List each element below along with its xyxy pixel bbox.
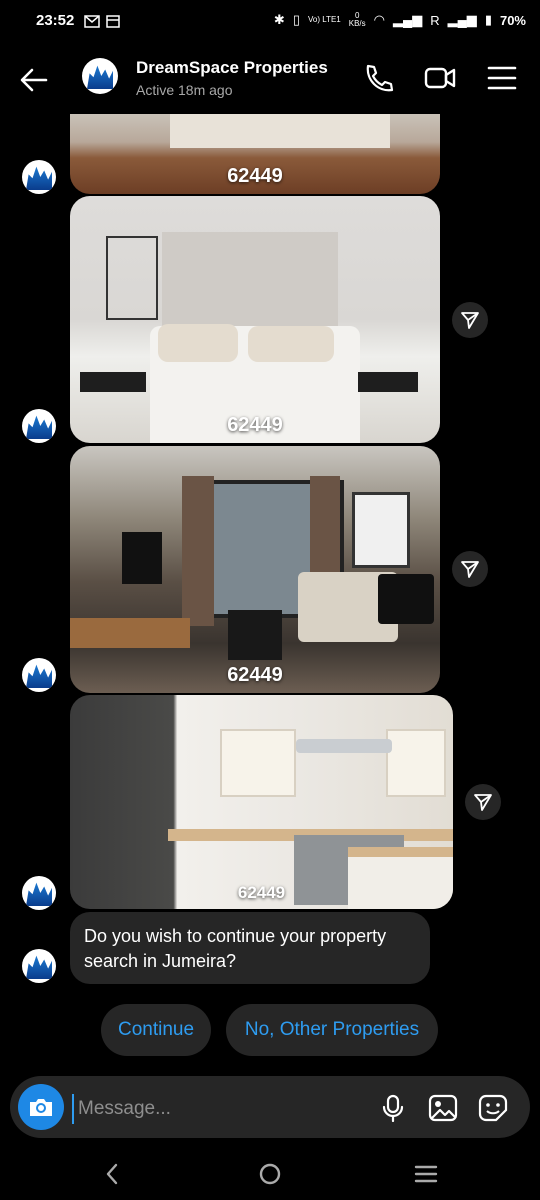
- share-button[interactable]: [452, 302, 488, 338]
- pillow-shape: [248, 326, 334, 362]
- wifi-icon: ◠: [373, 12, 385, 27]
- other-properties-button[interactable]: No, Other Properties: [226, 1004, 438, 1056]
- gmail-icon: [84, 15, 100, 28]
- tv-stand-shape: [70, 618, 190, 648]
- sender-avatar[interactable]: [22, 409, 56, 443]
- header-avatar[interactable]: [82, 58, 118, 94]
- battery-icon: ▮: [484, 12, 492, 27]
- status-indicators: ✱ ▯ Vo) LTE1 0 KB/s ◠ ▂▄▆ R ▂▄▆ ▮ 70%: [274, 12, 526, 28]
- network-speed: 0 KB/s: [349, 12, 366, 28]
- cabinet-shape: [220, 729, 296, 797]
- nav-home-icon[interactable]: [258, 1162, 282, 1186]
- pillow-shape: [158, 324, 238, 362]
- nightstand-shape: [80, 372, 146, 392]
- lamp-shape: [378, 574, 434, 624]
- nav-recents-icon[interactable]: [414, 1164, 438, 1184]
- sticker-icon[interactable]: [478, 1094, 508, 1122]
- nav-back-icon[interactable]: [104, 1162, 120, 1186]
- dreamspace-logo: [26, 415, 52, 439]
- sender-avatar[interactable]: [22, 876, 56, 910]
- cabinet-shape: [386, 729, 446, 797]
- dreamspace-logo: [26, 664, 52, 688]
- dreamspace-logo: [26, 955, 52, 979]
- gallery-icon[interactable]: [428, 1094, 458, 1122]
- wall-art-shape: [352, 492, 410, 568]
- send-icon: [474, 794, 492, 811]
- camera-icon: [30, 1099, 52, 1116]
- property-photo-bedroom-1[interactable]: 62449: [70, 114, 440, 194]
- sender-avatar[interactable]: [22, 658, 56, 692]
- property-code: 62449: [227, 165, 283, 187]
- volte-label: Vo) LTE1: [307, 15, 341, 24]
- range-hood-shape: [296, 739, 392, 753]
- dreamspace-logo: [87, 65, 113, 89]
- vibrate-icon: ▯: [292, 12, 300, 27]
- bluetooth-icon: ✱: [273, 12, 285, 27]
- property-code: 62449: [237, 883, 286, 902]
- signal-icon: ▂▄▆: [392, 12, 423, 27]
- continue-button[interactable]: Continue: [101, 1004, 211, 1056]
- share-button[interactable]: [452, 551, 488, 587]
- bed-shape: [170, 114, 390, 148]
- roaming-label: R: [430, 12, 440, 28]
- property-code: 62449: [227, 414, 283, 436]
- share-button[interactable]: [465, 784, 501, 820]
- microphone-icon[interactable]: [380, 1094, 406, 1122]
- send-icon: [461, 312, 479, 329]
- sender-avatar[interactable]: [22, 949, 56, 983]
- chat-title[interactable]: DreamSpace Properties: [136, 58, 328, 78]
- video-call-icon[interactable]: [424, 62, 456, 94]
- dreamspace-logo: [26, 166, 52, 190]
- menu-icon[interactable]: [486, 62, 518, 94]
- property-photo-bedroom-2[interactable]: 62449: [70, 196, 440, 443]
- property-code: 62449: [227, 664, 283, 686]
- network-speed-unit: KB/s: [348, 19, 366, 28]
- coffee-table-shape: [228, 610, 282, 660]
- question-text: Do you wish to continue your property se…: [84, 926, 387, 971]
- status-time: 23:52: [36, 12, 75, 29]
- signal-2-icon: ▂▄▆: [447, 12, 477, 27]
- property-photo-kitchen[interactable]: 62449: [70, 695, 453, 909]
- calendar-icon: [106, 15, 120, 28]
- camera-button[interactable]: [18, 1084, 64, 1130]
- send-icon: [461, 561, 479, 578]
- status-bar: 23:52 ✱ ▯ Vo) LTE1 0 KB/s ◠ ▂▄▆ R ▂▄▆ ▮ 7…: [0, 0, 540, 44]
- battery-level: 70%: [499, 12, 526, 28]
- sender-avatar[interactable]: [22, 160, 56, 194]
- active-status: Active 18m ago: [136, 82, 233, 98]
- property-photo-living-room[interactable]: 62449: [70, 446, 440, 693]
- mirror-shape: [106, 236, 158, 320]
- system-nav-bar: [0, 1144, 540, 1200]
- dreamspace-logo: [26, 882, 52, 906]
- phone-call-icon[interactable]: [362, 62, 394, 94]
- tv-shape: [122, 532, 162, 584]
- nightstand-shape: [358, 372, 418, 392]
- curtain-shape: [182, 476, 214, 626]
- message-input[interactable]: [72, 1094, 370, 1124]
- back-arrow-icon[interactable]: [18, 64, 50, 96]
